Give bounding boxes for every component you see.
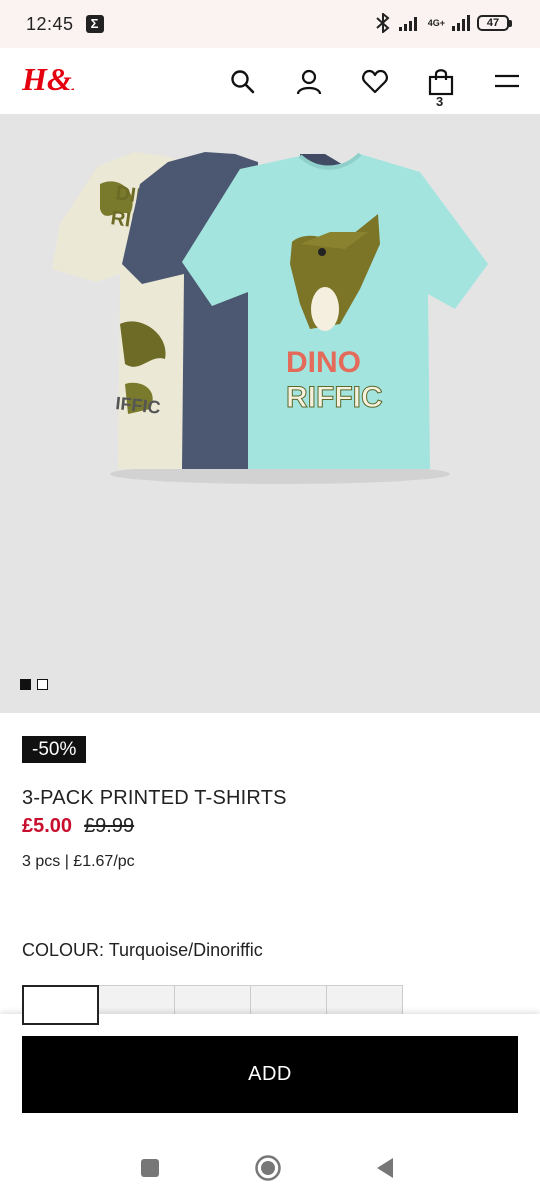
- signal-icon-2: [452, 15, 470, 31]
- status-time: 12:45: [26, 13, 74, 34]
- search-icon[interactable]: [229, 68, 257, 96]
- battery-level: 47: [477, 15, 509, 31]
- back-icon: [377, 1158, 393, 1178]
- status-bar: 12:45 Σ 4G+ 47: [0, 0, 540, 48]
- recents-button[interactable]: [135, 1153, 165, 1183]
- home-icon: [255, 1155, 281, 1181]
- colour-selection-label: COLOUR: Turquoise/Dinoriffic: [22, 940, 263, 961]
- hm-logo[interactable]: H&M: [22, 58, 74, 98]
- logo-text: H&M: [22, 61, 74, 97]
- gallery-dot-1[interactable]: [20, 679, 31, 690]
- product-title: 3-PACK PRINTED T-SHIRTS: [22, 787, 287, 809]
- menu-icon[interactable]: [493, 68, 521, 96]
- battery-icon: 47: [477, 15, 512, 31]
- bag-icon[interactable]: [427, 68, 455, 96]
- bag-count: 3: [436, 94, 444, 109]
- gallery-dot-2[interactable]: [37, 679, 48, 690]
- bluetooth-icon: [376, 13, 390, 33]
- print-text-dino: DINO: [286, 346, 361, 379]
- add-button[interactable]: ADD: [22, 1036, 518, 1113]
- app-header: H&M 3: [0, 48, 540, 114]
- back-button[interactable]: [370, 1153, 400, 1183]
- print-text-riffic: RIFFIC: [286, 381, 383, 414]
- system-nav-bar: [0, 1140, 540, 1200]
- signal-icon: [398, 17, 417, 31]
- network-type: 4G+: [427, 17, 445, 28]
- original-price: £9.99: [84, 815, 135, 837]
- account-icon[interactable]: [295, 68, 323, 96]
- sale-price: £5.00: [22, 815, 73, 837]
- add-to-bag-panel: ADD: [0, 1014, 540, 1140]
- home-button[interactable]: [253, 1153, 283, 1183]
- heart-icon[interactable]: [361, 68, 389, 96]
- product-image-gallery[interactable]: DINO RIFFIC IFFIC DINO RIFFIC: [0, 114, 540, 713]
- product-image: DINO RIFFIC IFFIC DINO RIFFIC: [52, 152, 488, 484]
- sigma-notification-icon: Σ: [85, 15, 104, 33]
- price-row: £5.00 £9.99: [22, 815, 134, 838]
- discount-badge: -50%: [22, 736, 87, 763]
- recents-icon: [141, 1159, 159, 1177]
- gallery-pagination[interactable]: [20, 679, 48, 690]
- status-indicators: 4G+ 47: [374, 13, 512, 33]
- colour-swatch-1[interactable]: [22, 985, 99, 1025]
- colour-value: Turquoise/Dinoriffic: [108, 940, 263, 960]
- colour-label: COLOUR:: [22, 940, 105, 960]
- pack-info: 3 pcs | £1.67/pc: [22, 853, 135, 870]
